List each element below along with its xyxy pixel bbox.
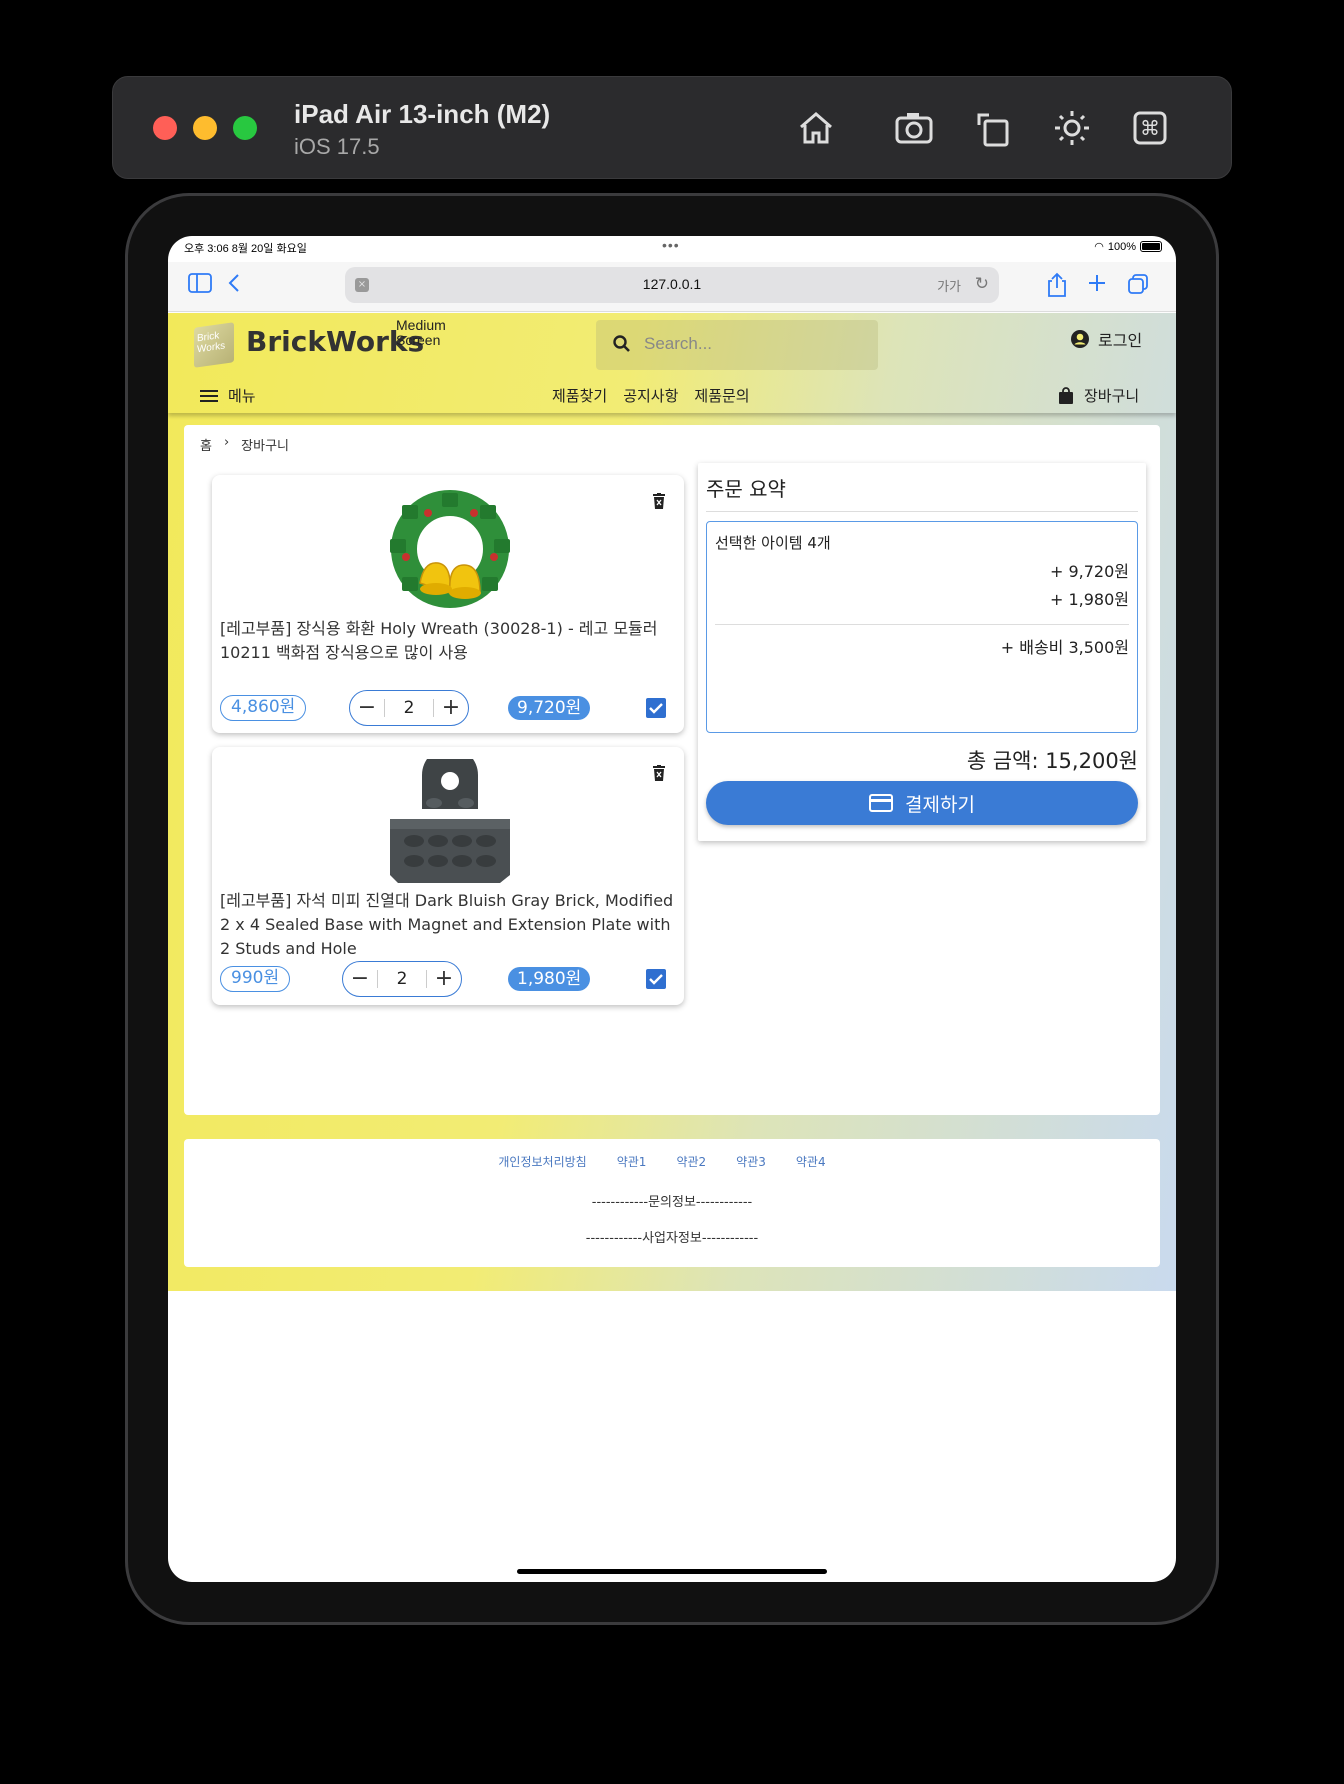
product-image-magnet-brick[interactable] [376, 747, 524, 907]
footer-link-privacy[interactable]: 개인정보처리방침 [498, 1153, 586, 1170]
status-bar: 오후 3:06 8월 20일 화요일 ••• ◠ 100% [168, 236, 1176, 262]
ipad-screen: 오후 3:06 8월 20일 화요일 ••• ◠ 100% × 127.0.0.… [168, 236, 1176, 1582]
delete-item-icon[interactable] [652, 493, 666, 513]
account-circle-icon [1071, 330, 1089, 348]
select-item-checkbox[interactable] [646, 969, 666, 989]
product-title[interactable]: [레고부품] 장식용 화환 Holy Wreath (30028-1) - 레고… [220, 617, 676, 665]
order-summary: 주문 요약 선택한 아이템 4개 + 9,720원 + 1,980원 + 배송비… [698, 463, 1146, 841]
breadcrumb: 홈 › 장바구니 [200, 435, 289, 454]
sidebar-icon[interactable] [188, 272, 212, 301]
zoom-window-button[interactable] [233, 116, 257, 140]
cart-item: [레고부품] 장식용 화환 Holy Wreath (30028-1) - 레고… [212, 475, 684, 733]
search-placeholder: Search... [644, 334, 713, 353]
new-tab-icon[interactable] [1086, 272, 1108, 301]
unit-price: 4,860원 [220, 695, 307, 721]
screen-size-label: Medium Screen [396, 317, 446, 348]
site-header: Brick Works BrickWorks Medium Screen Sea… [168, 313, 1176, 413]
device-name: iPad Air 13-inch (M2) [294, 99, 551, 129]
address-bar[interactable]: × 127.0.0.1 가가 ↻ [345, 267, 999, 303]
url-text: 127.0.0.1 [642, 276, 702, 292]
contact-info: ------------문의정보------------ [591, 1195, 753, 1210]
footer-links: 개인정보처리방침 약관1 약관2 약관3 약관4 [184, 1153, 1160, 1170]
cart-link[interactable]: 장바구니 [1058, 385, 1139, 406]
svg-text:⌘: ⌘ [1140, 116, 1160, 140]
share-icon[interactable] [1046, 272, 1068, 305]
menu-button[interactable]: 메뉴 [200, 385, 256, 406]
credit-card-icon [869, 794, 894, 812]
footer-link-terms2[interactable]: 약관2 [676, 1153, 706, 1170]
main-nav: 제품찾기 공지사항 제품문의 [552, 385, 750, 406]
logo-mark[interactable]: Brick Works [194, 322, 234, 368]
screenshot-icon[interactable] [891, 105, 937, 151]
summary-heading: 주문 요약 [706, 477, 786, 501]
search-icon [612, 334, 632, 358]
select-item-checkbox[interactable] [646, 698, 666, 718]
tabs-overview-icon[interactable] [1126, 272, 1150, 303]
shipping-fee: + 배송비 3,500원 [1000, 638, 1129, 657]
web-page: Brick Works BrickWorks Medium Screen Sea… [168, 313, 1176, 1291]
close-window-button[interactable] [153, 116, 177, 140]
reload-icon[interactable]: ↻ [975, 274, 989, 294]
selected-count: 선택한 아이템 4개 [715, 534, 831, 552]
search-input[interactable]: Search... [596, 320, 878, 370]
nav-notices[interactable]: 공지사항 [623, 385, 678, 406]
footer-link-terms4[interactable]: 약관4 [796, 1153, 826, 1170]
hamburger-icon [200, 389, 218, 402]
decrease-qty-button[interactable]: − [350, 691, 384, 725]
chevron-right-icon: › [223, 435, 230, 450]
minimize-window-button[interactable] [193, 116, 217, 140]
increase-qty-button[interactable]: + [427, 962, 461, 996]
nav-product-search[interactable]: 제품찾기 [552, 385, 607, 406]
wifi-icon: ◠ [1094, 241, 1104, 253]
footer-link-terms1[interactable]: 약관1 [617, 1153, 647, 1170]
summary-line: + 1,980원 [1049, 590, 1129, 609]
breadcrumb-current: 장바구니 [241, 439, 290, 454]
multitask-dots[interactable]: ••• [662, 238, 680, 252]
product-image-wreath[interactable] [376, 483, 524, 631]
unit-price: 990원 [220, 966, 291, 992]
business-info: ------------사업자정보------------ [585, 1231, 759, 1246]
decrease-qty-button[interactable]: − [343, 962, 377, 996]
checkout-button[interactable]: 결제하기 [706, 781, 1138, 825]
summary-line: + 9,720원 [1049, 562, 1129, 581]
quantity-stepper: − 2 + [342, 961, 462, 997]
status-time: 오후 3:06 8월 20일 화요일 [184, 243, 307, 255]
site-footer: 개인정보처리방침 약관1 약관2 약관3 약관4 ------------문의정… [184, 1139, 1160, 1267]
nav-product-inquiry[interactable]: 제품문의 [694, 385, 749, 406]
battery-percent: 100% [1107, 240, 1136, 253]
shopping-bag-icon [1059, 386, 1073, 404]
breadcrumb-home[interactable]: 홈 [200, 435, 212, 454]
cart-item: [레고부품] 자석 미피 진열대 Dark Bluish Gray Brick,… [212, 747, 684, 1005]
item-subtotal: 1,980원 [508, 967, 591, 991]
os-version: iOS 17.5 [294, 134, 380, 159]
quantity-stepper: − 2 + [349, 690, 469, 726]
home-indicator[interactable] [517, 1569, 827, 1574]
brightness-icon[interactable] [1049, 105, 1095, 151]
total-amount: 총 금액: 15,200원 [966, 749, 1138, 773]
safari-toolbar: × 127.0.0.1 가가 ↻ [168, 262, 1176, 312]
login-button[interactable]: 로그인 [1070, 327, 1142, 351]
summary-details: 선택한 아이템 4개 + 9,720원 + 1,980원 + 배송비 3,500… [706, 521, 1138, 733]
item-subtotal: 9,720원 [508, 696, 591, 720]
product-title[interactable]: [레고부품] 자석 미피 진열대 Dark Bluish Gray Brick,… [220, 889, 676, 961]
home-icon[interactable] [793, 105, 839, 151]
battery-icon [1140, 241, 1162, 252]
simulator-toolbar: iPad Air 13-inch (M2) iOS 17.5 ⌘ [112, 76, 1232, 179]
delete-item-icon[interactable] [652, 765, 666, 785]
quantity-value[interactable]: 2 [377, 970, 427, 988]
text-size-button[interactable]: 가가 [937, 276, 961, 295]
back-icon[interactable] [226, 272, 242, 301]
footer-link-terms3[interactable]: 약관3 [736, 1153, 766, 1170]
quantity-value[interactable]: 2 [384, 699, 434, 717]
increase-qty-button[interactable]: + [434, 691, 468, 725]
command-icon[interactable]: ⌘ [1127, 105, 1173, 151]
cart-container: 홈 › 장바구니 [레고부품] 장식용 화환 Holy Wreath (3002… [184, 425, 1160, 1115]
rotate-icon[interactable] [971, 105, 1017, 151]
